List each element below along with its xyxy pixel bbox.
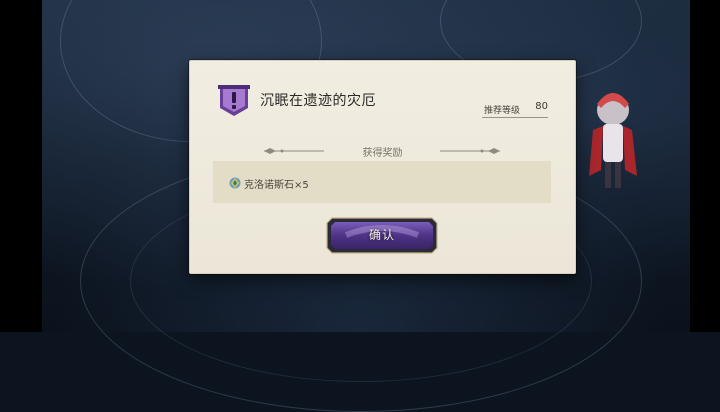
quest-title: 沉眠在遗迹的灾厄	[260, 93, 376, 109]
reward-item-text: 克洛诺斯石×5	[244, 180, 309, 191]
reward-heading: 获得奖励	[362, 148, 403, 159]
confirm-button[interactable]: 确认	[326, 217, 438, 254]
confirm-button-label: 确认	[368, 228, 395, 242]
right-letterbox	[690, 0, 720, 332]
recommended-level-label: 推荐等级	[484, 106, 521, 116]
crystal-stone-icon	[229, 177, 241, 189]
recommended-level-value: 80	[535, 101, 548, 112]
left-letterbox	[0, 0, 42, 332]
recommended-level: 推荐等级 80	[482, 101, 548, 118]
character-sprite	[589, 93, 637, 188]
quest-reward-dialog: 沉眠在遗迹的灾厄 推荐等级 80 获得奖励 克洛诺斯石×5 确认	[189, 60, 576, 274]
divider-ornament-right	[440, 148, 500, 154]
exclamation-shield-icon	[218, 85, 250, 116]
reward-panel: 克洛诺斯石×5	[213, 161, 551, 203]
